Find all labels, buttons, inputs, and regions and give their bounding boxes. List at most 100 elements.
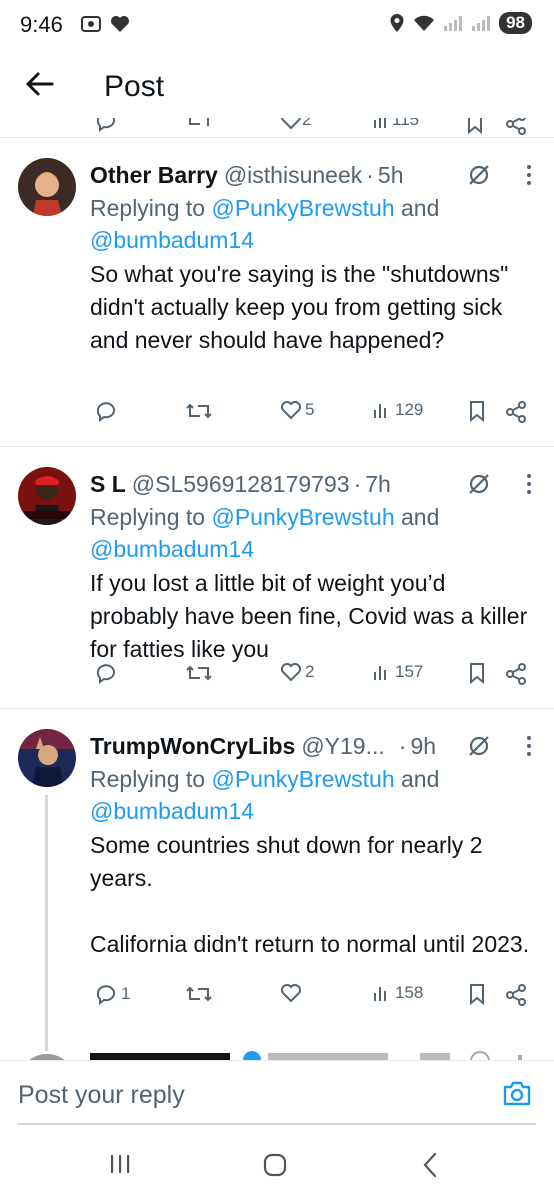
back-button[interactable] (24, 68, 60, 104)
share-icon (506, 663, 526, 685)
tweet-text: So what you're saying is the "shutdowns"… (90, 261, 515, 353)
retweet-action[interactable] (186, 400, 212, 422)
location-icon (390, 14, 404, 32)
camera-icon (503, 1081, 531, 1106)
avatar[interactable] (18, 467, 76, 525)
tweet-timestamp[interactable]: 7h (365, 471, 391, 498)
bookmark-button[interactable] (468, 983, 486, 1005)
more-options-icon[interactable] (526, 473, 532, 495)
heart-status-icon (111, 16, 129, 32)
display-name[interactable]: Other Barry (90, 162, 218, 189)
avatar-image (18, 729, 76, 787)
mention-link[interactable]: @PunkyBrewstuh (211, 766, 394, 792)
tweet[interactable]: Other Barry @isthisuneek · 5h Replying t… (0, 138, 554, 447)
tweet[interactable]: S L @SL5969128179793 · 7h Replying to @P… (0, 447, 554, 709)
views-action[interactable]: 115 (372, 118, 419, 130)
bookmark-icon (470, 401, 484, 422)
reply-count: 1 (121, 984, 131, 1003)
bookmark-icon (470, 984, 484, 1005)
wifi-icon (414, 15, 435, 31)
mention-link[interactable]: @bumbadum14 (90, 536, 254, 562)
view-count: 115 (392, 118, 420, 129)
status-right-icons: 98 (389, 12, 532, 34)
share-icon (506, 401, 526, 423)
battery-indicator: 98 (499, 12, 532, 34)
arrow-left-icon (26, 72, 54, 96)
reply-icon[interactable] (94, 118, 118, 132)
like-action[interactable]: 2 (280, 662, 314, 682)
bookmark-button[interactable] (468, 662, 486, 684)
reply-input[interactable]: Post your reply (18, 1081, 185, 1110)
screenshot-icon (81, 16, 101, 32)
like-action[interactable]: 5 (280, 400, 314, 420)
reply-icon (96, 664, 115, 684)
like-action[interactable] (280, 983, 305, 1003)
avatar[interactable] (18, 729, 76, 787)
share-button[interactable] (504, 400, 528, 424)
status-bar: 9:46 98 (0, 0, 554, 52)
separator-dot: · (398, 732, 407, 759)
bookmark-icon (470, 663, 484, 684)
views-action[interactable]: 157 (372, 662, 423, 682)
back-nav-button[interactable] (420, 1152, 440, 1183)
system-nav-bar (0, 1130, 554, 1200)
avatar-image (18, 467, 76, 525)
tweet[interactable]: TrumpWonCryLibs @Y19... · 9h Replying to… (0, 709, 554, 1051)
share-icon[interactable] (504, 118, 528, 136)
camera-button[interactable] (502, 1079, 532, 1112)
replying-to-and: and (394, 195, 440, 221)
mention-link[interactable]: @bumbadum14 (90, 227, 254, 253)
user-handle[interactable]: @Y19... (301, 733, 384, 760)
reply-action[interactable] (94, 662, 121, 684)
user-handle[interactable]: @SL5969128179793 (132, 471, 350, 498)
views-action[interactable]: 158 (372, 983, 423, 1003)
replying-to: Replying to @PunkyBrewstuh and @bumbadum1… (90, 501, 534, 565)
retweet-icon (186, 403, 212, 419)
separator-dot: · (366, 161, 374, 188)
view-count: 157 (395, 662, 424, 681)
grok-icon[interactable] (466, 733, 492, 759)
bookmark-icon[interactable] (466, 118, 484, 134)
display-name[interactable]: TrumpWonCryLibs (90, 733, 295, 760)
replying-to: Replying to @PunkyBrewstuh and @bumbadum1… (90, 192, 534, 256)
reply-action[interactable]: 1 (94, 983, 130, 1005)
like-count: 2 (305, 662, 315, 681)
chevron-left-icon (423, 1152, 437, 1178)
mention-link[interactable]: @PunkyBrewstuh (211, 195, 394, 221)
grok-icon[interactable] (466, 471, 492, 497)
bookmark-button[interactable] (468, 400, 486, 422)
retweet-action[interactable] (186, 983, 212, 1005)
share-button[interactable] (504, 983, 528, 1007)
avatar[interactable] (18, 158, 76, 216)
home-button[interactable] (262, 1152, 288, 1183)
grok-icon[interactable] (466, 162, 492, 188)
recent-apps-button[interactable] (108, 1152, 132, 1181)
mention-link[interactable]: @PunkyBrewstuh (211, 504, 394, 530)
replying-to: Replying to @PunkyBrewstuh and @bumbadum1… (90, 763, 534, 827)
view-count: 129 (395, 400, 424, 419)
share-icon (506, 984, 526, 1006)
heart-icon (281, 401, 301, 420)
like-action[interactable]: 2 (280, 118, 311, 130)
views-icon (374, 404, 386, 418)
previous-tweet-actions: 2 115 (0, 118, 554, 138)
retweet-icon[interactable] (186, 118, 212, 130)
reply-action[interactable] (94, 400, 121, 422)
share-button[interactable] (504, 662, 528, 686)
next-tweet-peek (0, 1048, 554, 1060)
tweet-actions: 5 129 (90, 388, 554, 448)
display-name[interactable]: S L (90, 471, 126, 498)
mention-link[interactable]: @bumbadum14 (90, 798, 254, 824)
retweet-action[interactable] (186, 662, 212, 684)
views-action[interactable]: 129 (372, 400, 423, 420)
separator-dot: · (353, 470, 362, 497)
more-options-icon[interactable] (526, 735, 532, 757)
views-icon (374, 666, 386, 680)
replying-to-label: Replying to (90, 766, 212, 792)
user-handle[interactable]: @isthisuneek (224, 162, 362, 189)
signal-2-icon (472, 16, 491, 31)
tweet-timestamp[interactable]: 5h (378, 162, 404, 189)
more-options-icon[interactable] (526, 164, 532, 186)
recent-apps-icon (111, 1155, 130, 1173)
tweet-timestamp[interactable]: 9h (410, 733, 436, 760)
